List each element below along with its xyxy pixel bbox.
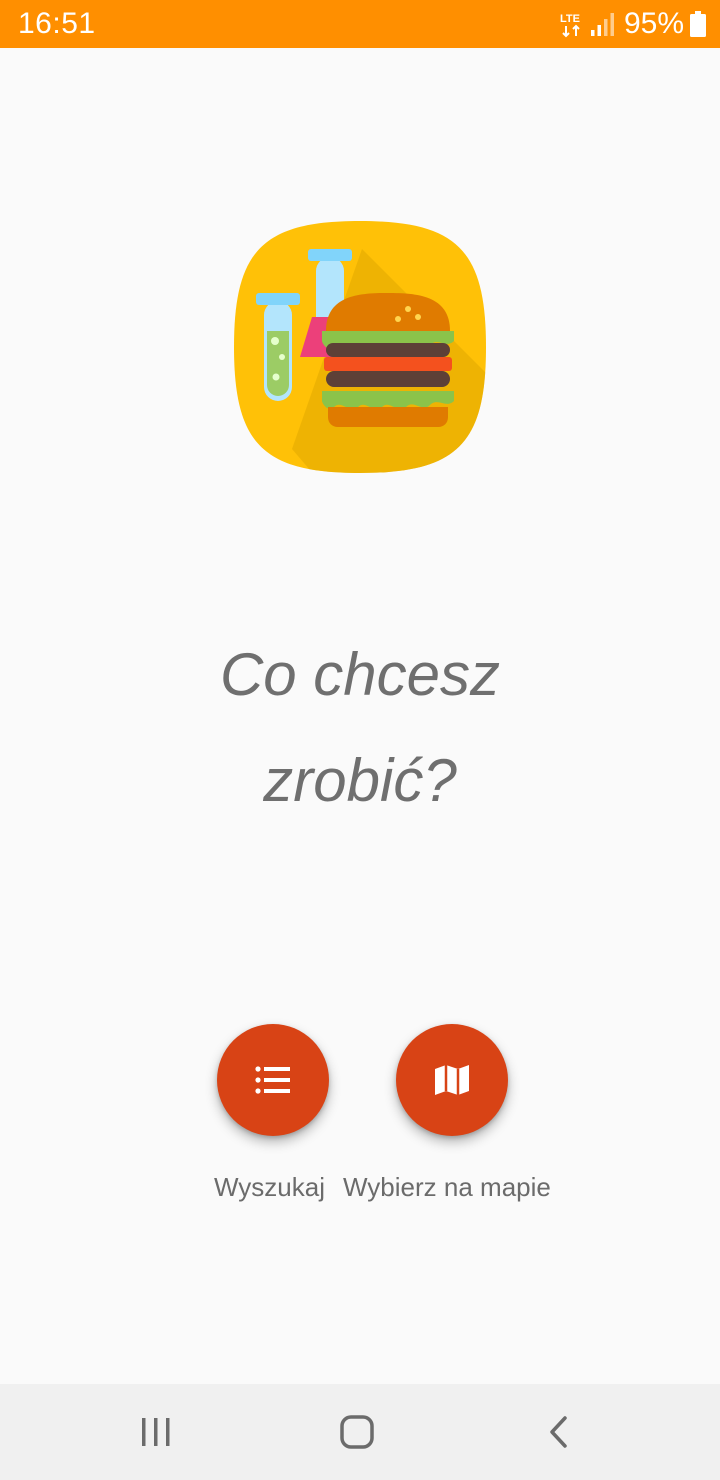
svg-text:LTE: LTE — [560, 13, 580, 25]
back-button[interactable] — [535, 1408, 583, 1456]
home-button[interactable] — [333, 1408, 381, 1456]
headline-line-1: Co chcesz — [219, 641, 501, 708]
choose-on-map-label: Wybierz na mapie — [343, 1172, 551, 1202]
signal-icon — [590, 13, 614, 36]
recents-icon — [142, 1418, 170, 1446]
choose-on-map-button[interactable] — [396, 1024, 508, 1136]
lte-icon: LTE — [560, 13, 580, 38]
status-bar: 16:51 LTE 95% — [0, 0, 720, 48]
status-indicators: LTE 95% — [560, 7, 706, 40]
battery-percentage: 95% — [623, 7, 684, 40]
home-icon — [340, 1415, 374, 1449]
navigation-bar — [0, 1384, 720, 1480]
map-icon — [435, 1065, 469, 1095]
search-button[interactable] — [217, 1024, 329, 1136]
battery-icon — [690, 11, 706, 37]
headline-line-2: zrobić? — [263, 747, 457, 814]
status-time: 16:51 — [18, 7, 96, 40]
recents-button[interactable] — [132, 1408, 180, 1456]
burger-lab-icon — [234, 221, 486, 473]
back-icon — [550, 1416, 567, 1448]
search-label: Wyszukaj — [214, 1172, 326, 1202]
list-icon — [255, 1066, 290, 1094]
headline: Co chcesz zrobić? — [0, 622, 720, 834]
